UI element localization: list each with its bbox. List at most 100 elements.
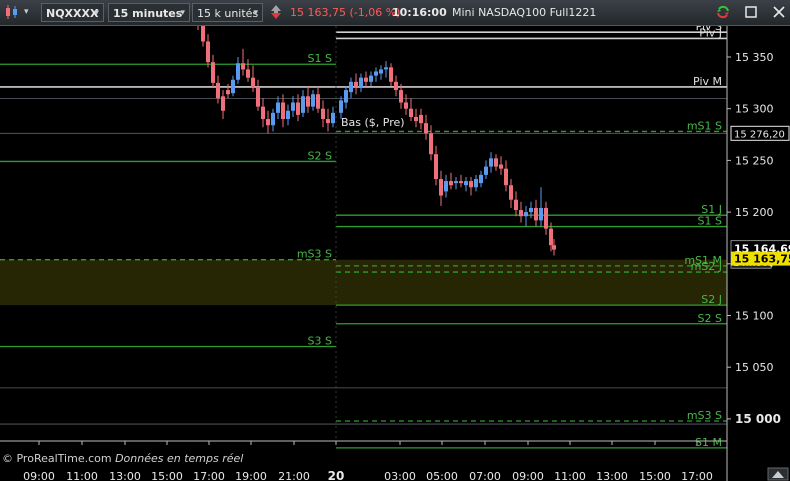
candle-body (419, 114, 423, 124)
timeframe-select[interactable]: 15 minutes ▾ (108, 3, 190, 22)
price-down-icon (268, 3, 284, 22)
candle-body (514, 199, 518, 211)
y-tick-label: 15 300 (735, 103, 774, 116)
footer-copyright: © ProRealTime.com (2, 452, 112, 465)
candle-body (459, 181, 463, 184)
candle-body (211, 62, 215, 83)
candle-body (389, 67, 393, 82)
candle-body (301, 96, 305, 113)
candle-body (544, 207, 548, 229)
candle-body (241, 63, 245, 70)
candle-body (251, 77, 255, 89)
level-label: mS3 S (687, 409, 722, 422)
candle-body (444, 181, 448, 192)
chart-type-chevron-icon[interactable]: ▾ (24, 3, 32, 22)
candle-body (256, 88, 260, 107)
candle-body (291, 102, 295, 111)
x-tick-label: 15:00 (151, 470, 183, 481)
last-price-value: 15 163,75 (290, 6, 346, 19)
candle-body (464, 181, 468, 186)
x-tick-label: 09:00 (512, 470, 544, 481)
x-tick-label: 13:00 (109, 470, 141, 481)
candle-body (519, 210, 523, 217)
candle-body (414, 116, 418, 122)
scroll-up-icon[interactable] (767, 467, 789, 481)
level-label: S1 S (308, 52, 332, 65)
y-tick-label: 15 200 (735, 206, 774, 219)
candle-body (216, 82, 220, 99)
timeframe-chevron-icon: ▾ (180, 8, 185, 18)
chart-type-icon[interactable] (3, 3, 23, 22)
x-tick-label: 11:00 (66, 470, 98, 481)
candle-body (529, 207, 533, 213)
candle-body (359, 77, 363, 89)
candle-body (439, 179, 443, 196)
candle-body (311, 94, 315, 107)
x-tick-label: 21:00 (278, 470, 310, 481)
level-label: S3 S (308, 335, 332, 348)
clock-time: 10:16:00 (392, 6, 447, 19)
y-tick-label: 15 350 (735, 51, 774, 64)
candle-body (364, 77, 368, 82)
candle-body (374, 71, 378, 76)
level-label: mS1 S (687, 119, 722, 132)
last-price: 15 163,75 (-1,06 %) (290, 3, 400, 22)
symbol-select[interactable]: NQXXXX ▾ (41, 3, 104, 22)
candle-body (499, 164, 503, 169)
candle-body (221, 96, 225, 111)
level-label: S2 J (701, 293, 722, 306)
candle-body (549, 228, 553, 246)
x-tick-label: 07:00 (469, 470, 501, 481)
plot-area (0, 26, 727, 441)
candle-body (369, 75, 373, 82)
candle-body (344, 90, 348, 103)
level-label: mS2 J (691, 260, 722, 273)
candle-body (321, 108, 325, 120)
x-tick-label: 17:00 (681, 470, 713, 481)
candle-body (489, 158, 493, 167)
units-select[interactable]: 15 k unités ▾ (192, 3, 263, 22)
footer-source: © ProRealTime.com Données en temps réel (2, 452, 243, 465)
candle-body (404, 102, 408, 109)
x-tick-label: 11:00 (554, 470, 586, 481)
y-tick-label: 15 100 (735, 310, 774, 323)
candle-body (326, 119, 330, 124)
refresh-icon[interactable] (714, 3, 732, 22)
candle-body (226, 90, 230, 95)
level-label: Piv M (693, 75, 722, 88)
candle-body (339, 100, 343, 113)
instrument-name: Mini NASDAQ100 Full1221 (452, 6, 597, 19)
footer-live-data: Données en temps réel (115, 452, 244, 465)
x-tick-label: 17:00 (193, 470, 225, 481)
candle-body (424, 123, 428, 134)
x-tick-label: 13:00 (596, 470, 628, 481)
x-tick-label: 15:00 (639, 470, 671, 481)
candle-body (266, 119, 270, 126)
candle-body (379, 69, 383, 74)
candle-body (552, 245, 556, 250)
level-label: mS3 S (297, 248, 332, 261)
candle-body (429, 133, 433, 155)
level-label: S2 S (698, 312, 722, 325)
candle-body (484, 166, 488, 175)
candle-body (394, 81, 398, 91)
candle-body (281, 102, 285, 120)
candle-body (236, 63, 240, 80)
chart-annotation: Bas ($, Pre) (341, 116, 405, 129)
candle-body (494, 158, 498, 167)
maximize-icon[interactable] (744, 3, 758, 22)
candle-body (246, 69, 250, 78)
y-tick-label: 15 000 (735, 412, 781, 426)
last-price-tag-label: 15 163,75 (734, 253, 790, 266)
candle-body (469, 181, 473, 188)
candle-body (349, 81, 353, 93)
candle-body (306, 96, 310, 107)
y-tick-label: 15 050 (735, 361, 774, 374)
price-chart[interactable]: S1 SS2 SmS3 SS3 SPiv SPiv JPiv MmS1 SS1 … (0, 26, 790, 481)
close-icon[interactable] (772, 3, 786, 22)
candle-body (409, 108, 413, 117)
candle-body (286, 110, 290, 120)
candle-body (331, 112, 335, 124)
candle-body (434, 154, 438, 180)
candle-body (271, 112, 275, 126)
